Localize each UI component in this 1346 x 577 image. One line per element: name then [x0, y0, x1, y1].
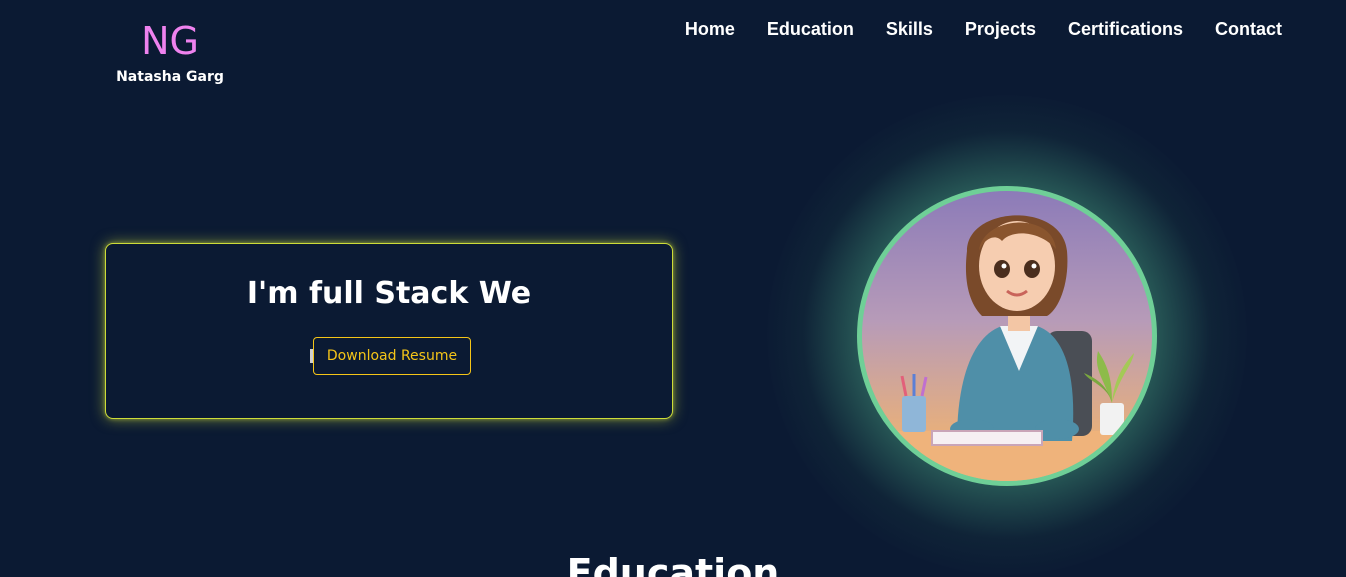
download-resume-button[interactable]: Download Resume [313, 337, 471, 375]
pencil-cup-shape [902, 396, 926, 432]
portfolio-page: NG Natasha Garg Home Education Skills Pr… [0, 0, 1346, 577]
education-section-heading: Education [566, 551, 780, 577]
nav-link-home[interactable]: Home [685, 17, 735, 41]
pencil-shape [920, 376, 928, 397]
plant-pot-shape [1100, 403, 1124, 435]
profile-avatar [857, 186, 1157, 486]
hero-card: I'm full Stack We Download Resume [105, 243, 673, 419]
main-nav: Home Education Skills Projects Certifica… [685, 17, 1282, 41]
site-logo[interactable]: NG Natasha Garg [105, 16, 235, 85]
right-eye-shape [1024, 260, 1040, 278]
nav-link-contact[interactable]: Contact [1215, 17, 1282, 41]
nav-link-skills[interactable]: Skills [886, 17, 933, 41]
left-eye-shape [994, 260, 1010, 278]
plant-leaf-shape [1096, 351, 1112, 403]
eye-highlight-shape [1001, 263, 1007, 269]
nav-link-projects[interactable]: Projects [965, 17, 1036, 41]
pencil-shape [900, 375, 908, 397]
logo-name: Natasha Garg [116, 69, 224, 85]
nav-link-certifications[interactable]: Certifications [1068, 17, 1183, 41]
eye-highlight-shape [1031, 263, 1037, 269]
nav-link-education[interactable]: Education [767, 17, 854, 41]
hero-typed-text: I'm full Stack We [246, 276, 532, 311]
avatar-illustration [862, 215, 1152, 481]
logo-initials: NG [141, 19, 199, 63]
paper-shape [931, 430, 1043, 446]
plant-leaf-shape [1112, 353, 1134, 403]
